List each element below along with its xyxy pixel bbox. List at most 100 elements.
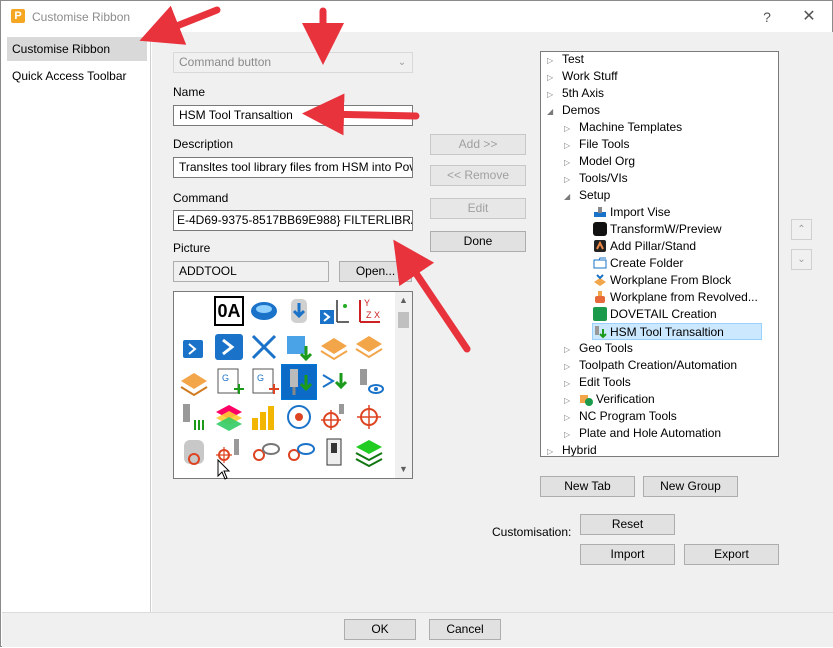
edit-button[interactable]: Edit xyxy=(430,198,526,219)
help-button[interactable]: ? xyxy=(757,7,777,27)
cancel-button[interactable]: Cancel xyxy=(429,619,501,640)
tree-item[interactable]: ▷ Edit Tools xyxy=(564,374,631,391)
run-macro-large-icon[interactable] xyxy=(212,330,246,364)
tree-item[interactable]: ▷ Test xyxy=(547,52,584,69)
tree-item[interactable]: ▷ Tools/VIs xyxy=(564,170,628,187)
command-type-value: Command button xyxy=(179,55,272,69)
target-view-icon[interactable] xyxy=(282,435,316,469)
ok-button[interactable]: OK xyxy=(344,619,416,640)
green-stack-icon[interactable] xyxy=(352,435,386,469)
nav-item-customise-ribbon[interactable]: Customise Ribbon xyxy=(7,37,147,61)
close-button[interactable]: ✕ xyxy=(799,7,819,27)
xyz-axis-icon[interactable]: YXZ xyxy=(352,294,386,328)
layers-stack-icon[interactable] xyxy=(352,330,386,364)
tree-item[interactable]: ▷ NC Program Tools xyxy=(564,408,677,425)
tree-item[interactable]: DOVETAIL Creation xyxy=(593,306,717,323)
command-field[interactable]: E-4D69-9375-8517BB69E988} FILTERLIBRARY xyxy=(173,210,413,231)
tree-item[interactable]: ◢ Demos xyxy=(547,102,600,119)
nav-item-quick-access-toolbar[interactable]: Quick Access Toolbar xyxy=(7,64,147,88)
swirl-icon[interactable] xyxy=(247,294,281,328)
tree-item[interactable]: ▷ Verification xyxy=(564,391,655,408)
tree-item[interactable]: Create Folder xyxy=(593,255,683,272)
database-download-icon[interactable] xyxy=(282,294,316,328)
collapsed-chevron-icon[interactable]: ▷ xyxy=(564,120,576,137)
new-tab-button[interactable]: New Tab xyxy=(540,476,635,497)
gcode-add-icon[interactable]: G xyxy=(212,365,246,399)
probe-flag-icon[interactable] xyxy=(317,435,351,469)
target-tool-icon[interactable] xyxy=(317,400,351,434)
cube-download-icon[interactable] xyxy=(282,330,316,364)
text-0a-icon[interactable]: 0A xyxy=(212,294,246,328)
tree-item[interactable]: HSM Tool Transaltion xyxy=(592,323,762,340)
tree-item[interactable]: ▷ Machine Templates xyxy=(564,119,682,136)
remove-button[interactable]: << Remove xyxy=(430,165,526,186)
picture-grid-scrollbar[interactable]: ▲ ▼ xyxy=(395,292,412,478)
tree-item-label: Workplane From Block xyxy=(610,273,732,287)
collapsed-chevron-icon[interactable]: ▷ xyxy=(564,137,576,154)
import-button[interactable]: Import xyxy=(580,544,675,565)
rotate-target-icon[interactable] xyxy=(282,400,316,434)
cross-arrows-icon[interactable] xyxy=(247,330,281,364)
tree-item[interactable]: Workplane from Revolved... xyxy=(593,289,758,306)
text-0a-label: 0A xyxy=(214,296,244,326)
ribbon-tree[interactable]: ▷ Test ▷ Work Stuff ▷ 5th Axis ◢ Demos ▷ Machine … xyxy=(540,51,779,457)
mouse-cursor-icon xyxy=(217,459,231,480)
tree-item[interactable]: ▷ Geo Tools xyxy=(564,340,633,357)
layers-stripes-icon[interactable] xyxy=(177,365,211,399)
collapsed-chevron-icon[interactable]: ▷ xyxy=(564,375,576,392)
cylinder-target-icon[interactable] xyxy=(177,435,211,469)
expanded-chevron-icon[interactable]: ◢ xyxy=(564,188,576,205)
done-button[interactable]: Done xyxy=(430,231,526,252)
tree-item[interactable]: ▷ Work Stuff xyxy=(547,68,618,85)
collapsed-chevron-icon[interactable]: ▷ xyxy=(564,426,576,443)
tree-item[interactable]: ◢ Setup xyxy=(564,187,610,204)
tool-path-download-icon[interactable] xyxy=(317,365,351,399)
tree-item[interactable]: ▷ Plate and Hole Automation xyxy=(564,425,721,442)
tree-item[interactable]: ▷ Model Org xyxy=(564,153,635,170)
move-down-button[interactable]: ⌄ xyxy=(791,249,812,270)
reset-button[interactable]: Reset xyxy=(580,514,675,535)
gcode-remove-icon[interactable]: G xyxy=(247,365,281,399)
tree-item[interactable]: ▷ Toolpath Creation/Automation xyxy=(564,357,737,374)
scroll-up-icon[interactable]: ▲ xyxy=(395,292,412,309)
tree-item[interactable]: ▷ 5th Axis xyxy=(547,85,604,102)
collapsed-chevron-icon[interactable]: ▷ xyxy=(564,341,576,358)
open-picture-button[interactable]: Open... xyxy=(339,261,412,282)
tree-item[interactable]: Import Vise xyxy=(593,204,670,221)
add-button[interactable]: Add >> xyxy=(430,134,526,155)
collapsed-chevron-icon[interactable]: ▷ xyxy=(564,358,576,375)
collapsed-chevron-icon[interactable]: ▷ xyxy=(564,154,576,171)
tool-spring-icon[interactable] xyxy=(177,400,211,434)
scroll-thumb[interactable] xyxy=(398,312,409,328)
run-macro-small-icon[interactable] xyxy=(177,330,211,364)
collapsed-chevron-icon[interactable]: ▷ xyxy=(547,69,559,86)
new-group-button[interactable]: New Group xyxy=(643,476,738,497)
tree-item[interactable]: TransformW/Preview xyxy=(593,221,722,238)
axis-arrows-icon[interactable] xyxy=(317,294,351,328)
scroll-down-icon[interactable]: ▼ xyxy=(395,461,412,478)
collapsed-chevron-icon[interactable]: ▷ xyxy=(547,443,559,456)
move-up-button[interactable]: ⌃ xyxy=(791,219,812,240)
collapsed-chevron-icon[interactable]: ▷ xyxy=(564,409,576,426)
export-button[interactable]: Export xyxy=(684,544,779,565)
command-type-combo[interactable]: Command button ⌄ xyxy=(173,52,413,73)
description-field[interactable]: Transltes tool library files from HSM in… xyxy=(173,157,413,178)
tree-item[interactable]: Add Pillar/Stand xyxy=(593,238,696,255)
collapsed-chevron-icon[interactable]: ▷ xyxy=(564,171,576,188)
colored-layers-icon[interactable] xyxy=(212,400,246,434)
layers-orange-icon[interactable] xyxy=(317,330,351,364)
bar-chart-icon[interactable] xyxy=(247,400,281,434)
collapsed-chevron-icon[interactable]: ▷ xyxy=(564,392,576,409)
add-tool-icon[interactable] xyxy=(281,364,317,400)
name-field[interactable]: HSM Tool Transaltion xyxy=(173,105,413,126)
collapsed-chevron-icon[interactable]: ▷ xyxy=(547,52,559,69)
target-crosshair-icon[interactable] xyxy=(352,400,386,434)
picture-icon-grid[interactable]: 0A YXZ G G ▲ ▼ xyxy=(173,291,413,479)
tool-eye-icon[interactable] xyxy=(352,365,386,399)
tree-item[interactable]: ▷ File Tools xyxy=(564,136,629,153)
expanded-chevron-icon[interactable]: ◢ xyxy=(547,103,559,120)
collapsed-chevron-icon[interactable]: ▷ xyxy=(547,86,559,103)
tree-item[interactable]: ▷ Hybrid xyxy=(547,442,597,456)
tree-item[interactable]: Workplane From Block xyxy=(593,272,731,289)
target-eye-icon[interactable] xyxy=(247,435,281,469)
